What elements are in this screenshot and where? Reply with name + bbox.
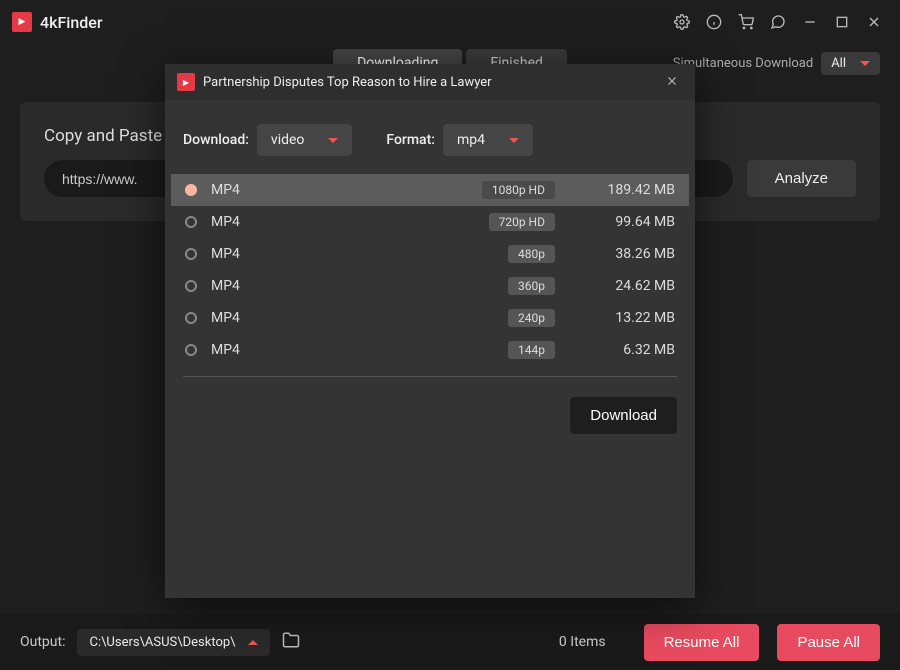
app-title: 4kFinder <box>40 13 102 32</box>
quality-size: 189.42 MB <box>585 182 675 198</box>
quality-format: MP4 <box>211 278 271 294</box>
quality-format: MP4 <box>211 310 271 326</box>
quality-format: MP4 <box>211 342 271 358</box>
quality-row[interactable]: MP4 144p 6.32 MB <box>171 334 689 366</box>
download-type-label: Download: <box>183 132 249 148</box>
items-count: 0 Items <box>559 634 606 650</box>
quality-list: MP41080p HD189.42 MBMP4720p HD99.64 MBMP… <box>165 174 695 366</box>
download-button[interactable]: Download <box>570 397 677 434</box>
chevron-down-icon <box>860 61 870 66</box>
format-select[interactable]: mp4 <box>443 124 533 156</box>
quality-format: MP4 <box>211 246 271 262</box>
quality-size: 13.22 MB <box>585 310 675 326</box>
footer: Output: C:\Users\ASUS\Desktop\ 0 Items R… <box>0 614 900 670</box>
resume-all-button[interactable]: Resume All <box>644 624 760 661</box>
cart-icon[interactable] <box>732 8 760 36</box>
modal-controls: Download: video Format: mp4 <box>165 100 695 174</box>
quality-size: 38.26 MB <box>585 246 675 262</box>
quality-size: 6.32 MB <box>585 342 675 358</box>
quality-row[interactable]: MP4 240p 13.22 MB <box>171 302 689 334</box>
open-folder-icon[interactable] <box>282 631 300 653</box>
radio-icon <box>185 184 197 196</box>
quality-row[interactable]: MP4 480p 38.26 MB <box>171 238 689 270</box>
analyze-button[interactable]: Analyze <box>747 160 856 197</box>
output-label: Output: <box>20 634 65 650</box>
chevron-down-icon <box>328 138 338 143</box>
minimize-icon[interactable] <box>796 8 824 36</box>
radio-icon <box>185 344 197 356</box>
chevron-down-icon <box>509 138 519 143</box>
radio-icon <box>185 280 197 292</box>
quality-resolution: 144p <box>508 341 555 359</box>
quality-format: MP4 <box>211 214 271 230</box>
modal-close-icon[interactable] <box>661 69 683 96</box>
quality-size: 99.64 MB <box>585 214 675 230</box>
modal-logo-icon <box>177 73 195 91</box>
settings-icon[interactable] <box>668 8 696 36</box>
radio-icon <box>185 312 197 324</box>
modal-header: Partnership Disputes Top Reason to Hire … <box>165 64 695 100</box>
info-icon[interactable] <box>700 8 728 36</box>
quality-size: 24.62 MB <box>585 278 675 294</box>
chevron-up-icon <box>248 640 258 645</box>
quality-row[interactable]: MP4 720p HD 99.64 MB <box>171 206 689 238</box>
quality-format: MP4 <box>211 182 271 198</box>
quality-row[interactable]: MP4 360p 24.62 MB <box>171 270 689 302</box>
maximize-icon[interactable] <box>828 8 856 36</box>
close-icon[interactable] <box>860 8 888 36</box>
chat-icon[interactable] <box>764 8 792 36</box>
quality-resolution: 720p HD <box>489 213 555 231</box>
output-path-value: C:\Users\ASUS\Desktop\ <box>89 635 235 650</box>
radio-icon <box>185 248 197 260</box>
quality-resolution: 240p <box>508 309 555 327</box>
quality-resolution: 480p <box>508 245 555 263</box>
pause-all-button[interactable]: Pause All <box>777 624 880 661</box>
modal-title: Partnership Disputes Top Reason to Hire … <box>203 75 661 90</box>
simultaneous-select[interactable]: All <box>821 52 880 75</box>
download-type-value: video <box>271 132 305 148</box>
format-label: Format: <box>386 132 435 148</box>
quality-resolution: 360p <box>508 277 555 295</box>
radio-icon <box>185 216 197 228</box>
titlebar: 4kFinder <box>0 0 900 44</box>
app-logo-icon <box>12 12 32 32</box>
simultaneous-value: All <box>831 56 846 71</box>
output-path-select[interactable]: C:\Users\ASUS\Desktop\ <box>77 629 269 656</box>
quality-row[interactable]: MP4 1080p HD 189.42 MB <box>171 174 689 206</box>
download-type-select[interactable]: video <box>257 124 353 156</box>
quality-resolution: 1080p HD <box>482 181 555 199</box>
format-value: mp4 <box>457 132 485 148</box>
download-modal: Partnership Disputes Top Reason to Hire … <box>165 64 695 598</box>
